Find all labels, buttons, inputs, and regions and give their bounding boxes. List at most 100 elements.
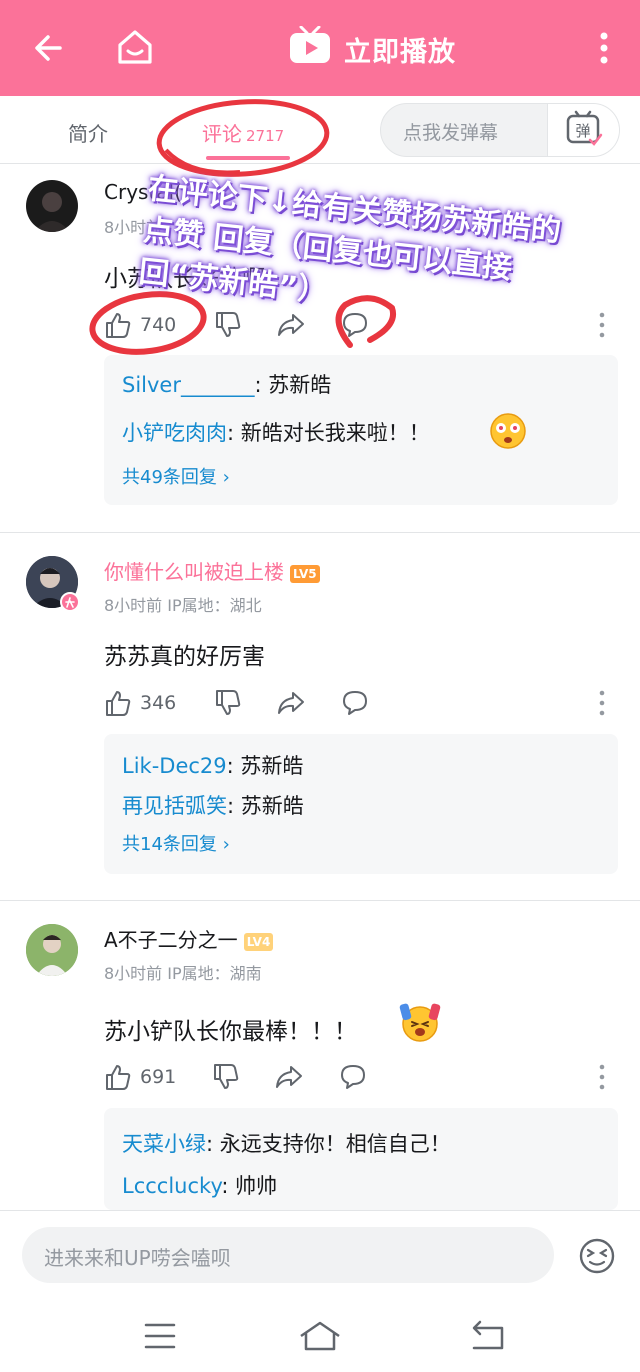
like-button[interactable]: 691 — [104, 1060, 176, 1094]
comment-username-text: 你懂什么叫被迫上楼 — [104, 560, 284, 584]
reply-line: Lccclucky: 帅帅 — [122, 1170, 277, 1200]
reply-username[interactable]: 天菜小绿 — [122, 1132, 206, 1156]
reply-text: : 新皓对长我来啦！！ — [227, 421, 430, 445]
dislike-button[interactable] — [212, 1060, 240, 1094]
comment-input-bar: 进来来和UP唠会嗑呗 — [0, 1210, 640, 1300]
comment-username[interactable]: 你懂什么叫被迫上楼 LV5 — [104, 556, 320, 585]
comment-bubble-icon — [341, 1065, 365, 1089]
play-now-label[interactable]: 立即播放 — [344, 30, 456, 69]
thumb-up-icon — [106, 691, 131, 716]
thumb-down-icon — [214, 1064, 239, 1089]
cheering-emoji-icon — [399, 1003, 441, 1042]
reply-line: 天菜小绿: 永远支持你！相信自己！ — [122, 1128, 451, 1158]
view-all-replies-link[interactable]: 共49条回复 › — [122, 463, 230, 489]
back-arrow-icon[interactable] — [30, 28, 70, 68]
reply-button[interactable] — [338, 1060, 368, 1094]
verified-badge-icon — [60, 592, 80, 612]
comment-input-placeholder: 进来来和UP唠会嗑呗 — [44, 1246, 231, 1270]
avatar[interactable] — [26, 924, 78, 976]
reply-text: : 苏新皓 — [254, 373, 332, 397]
reply-preview[interactable]: Silver_______: 苏新皓 小铲吃肉肉: 新皓对长我来啦！！ 共49条… — [104, 355, 618, 505]
comment-meta: 8小时前 IP属地：湖南 — [104, 964, 262, 983]
menu-icon[interactable] — [144, 1322, 176, 1350]
home-icon[interactable] — [114, 26, 156, 68]
comment-text: 苏小铲队长你最棒！！！ — [104, 1012, 357, 1046]
danmaku-input[interactable]: 点我发弹幕 弹 — [380, 103, 620, 157]
back-nav-icon[interactable] — [470, 1320, 506, 1352]
comment-more-button[interactable] — [598, 1060, 606, 1094]
share-button[interactable] — [276, 308, 306, 342]
comment-input[interactable]: 进来来和UP唠会嗑呗 — [22, 1227, 554, 1283]
danmaku-icon: 弹 — [566, 110, 603, 146]
dislike-button[interactable] — [214, 686, 242, 720]
comment-more-button[interactable] — [598, 686, 606, 720]
emoji-picker-icon[interactable] — [578, 1237, 616, 1275]
more-vertical-icon[interactable] — [590, 28, 618, 68]
avatar[interactable] — [26, 180, 78, 232]
level-badge: LV5 — [290, 564, 320, 583]
comment-text-content: 苏小铲队长你最棒！！！ — [104, 1019, 357, 1045]
comment-divider — [0, 900, 640, 901]
reply-username[interactable]: Silver_______ — [122, 373, 254, 397]
shocked-emoji-icon — [490, 413, 526, 449]
reply-line: 再见括弧笑: 苏新皓 — [122, 790, 304, 820]
comment-divider — [0, 532, 640, 533]
share-button[interactable] — [274, 1060, 304, 1094]
active-tab-indicator — [206, 156, 290, 160]
top-bar: 立即播放 — [0, 0, 640, 96]
comment-actions: 346 — [104, 686, 624, 720]
like-button[interactable]: 740 — [104, 308, 176, 342]
reply-username[interactable]: Lccclucky — [122, 1174, 221, 1198]
like-count: 740 — [140, 314, 177, 336]
reply-preview[interactable]: 天菜小绿: 永远支持你！相信自己！ Lccclucky: 帅帅 — [104, 1108, 618, 1210]
danmaku-toggle-button[interactable]: 弹 — [547, 104, 619, 156]
comment-item: 你懂什么叫被迫上楼 LV5 8小时前 IP属地：湖北 苏苏真的好厉害 346 Li… — [0, 534, 640, 900]
thumb-up-icon — [106, 313, 131, 338]
reply-username[interactable]: Lik-Dec29 — [122, 754, 227, 778]
comment-actions: 691 — [104, 1060, 624, 1094]
comment-more-button[interactable] — [598, 308, 606, 342]
system-nav-bar — [0, 1300, 640, 1372]
comment-item: A不子二分之一 LV4 8小时前 IP属地：湖南 苏小铲队长你最棒！！！ 691 … — [0, 902, 640, 1210]
comment-bubble-icon — [343, 691, 367, 715]
dislike-button[interactable] — [214, 308, 242, 342]
comment-username[interactable]: A不子二分之一 LV4 — [104, 924, 274, 953]
thumb-down-icon — [216, 690, 241, 715]
share-button[interactable] — [276, 686, 306, 720]
reply-text: : 苏新皓 — [227, 794, 304, 818]
svg-text:弹: 弹 — [575, 122, 590, 140]
reply-text: : 帅帅 — [221, 1174, 278, 1198]
reply-preview[interactable]: Lik-Dec29: 苏新皓 再见括弧笑: 苏新皓 共14条回复 › — [104, 734, 618, 874]
view-all-replies-link[interactable]: 共14条回复 › — [122, 830, 230, 856]
danmaku-placeholder: 点我发弹幕 — [403, 122, 499, 144]
home-nav-icon[interactable] — [298, 1320, 342, 1352]
reply-button[interactable] — [340, 686, 370, 720]
share-icon — [276, 1066, 302, 1088]
reply-username[interactable]: 再见括弧笑 — [122, 794, 227, 818]
reply-line: Silver_______: 苏新皓 — [122, 369, 331, 399]
tv-play-icon[interactable] — [288, 26, 332, 66]
tab-intro[interactable]: 简介 — [68, 118, 108, 147]
tab-comments-label: 评论 — [202, 122, 242, 146]
share-icon — [278, 314, 304, 336]
more-dots-icon — [599, 1064, 605, 1090]
comment-text: 苏苏真的好厉害 — [104, 644, 265, 670]
reply-line: Lik-Dec29: 苏新皓 — [122, 750, 303, 780]
reply-line: 小铲吃肉肉: 新皓对长我来啦！！ — [122, 417, 430, 447]
comment-username-text: A不子二分之一 — [104, 928, 238, 952]
thumb-down-icon — [216, 312, 241, 337]
more-dots-icon — [599, 690, 605, 716]
tab-comments[interactable]: 评论 2717 — [202, 118, 284, 147]
comment-meta: 8小时前 IP属地：湖北 — [104, 596, 262, 615]
like-button[interactable]: 346 — [104, 686, 176, 720]
comment-count: 2717 — [246, 127, 285, 145]
thumb-up-icon — [106, 1065, 131, 1090]
reply-text: : 永远支持你！相信自己！ — [206, 1132, 451, 1156]
level-badge: LV4 — [243, 932, 274, 951]
like-count: 346 — [140, 692, 177, 714]
like-count: 691 — [140, 1066, 177, 1088]
more-dots-icon — [599, 312, 605, 338]
share-icon — [278, 692, 304, 714]
reply-text: : 苏新皓 — [226, 754, 304, 778]
reply-username[interactable]: 小铲吃肉肉 — [122, 421, 227, 445]
